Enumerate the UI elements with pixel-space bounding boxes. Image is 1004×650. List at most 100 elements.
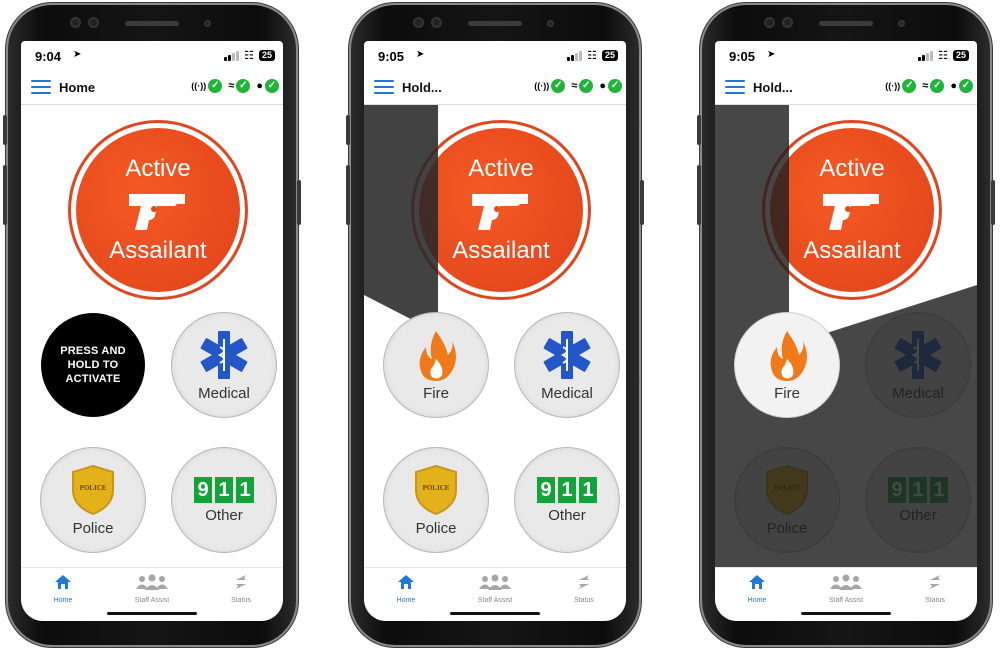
radio-status: ((·)) ✓: [885, 79, 917, 93]
battery-indicator: 25: [601, 50, 618, 61]
other-911-button[interactable]: 911 Other: [515, 448, 619, 552]
power-key: [991, 180, 995, 225]
police-badge-text: POLICE: [774, 484, 801, 492]
nine-one-one-icon: 911: [537, 476, 597, 503]
digit-one: 1: [909, 476, 927, 503]
bottom-tab-bar: Home Staff Assist Status: [364, 567, 626, 621]
other-911-button[interactable]: 911 Other: [866, 448, 970, 552]
radio-antenna-icon: ((·)): [191, 81, 207, 91]
fire-button[interactable]: Fire: [735, 313, 839, 417]
home-icon: [398, 575, 414, 589]
star-of-life-icon: [543, 330, 591, 379]
radio-status: ((·)) ✓: [191, 79, 223, 93]
tab-staff-assist-label: Staff Assist: [134, 597, 170, 604]
location-arrow-icon: ➤: [416, 49, 425, 60]
active-assailant-button[interactable]: Active Assailant: [414, 123, 588, 297]
power-key: [297, 180, 301, 225]
medical-label: Medical: [892, 384, 944, 402]
tab-home[interactable]: Home: [23, 574, 103, 604]
tab-staff-assist[interactable]: Staff Assist: [806, 574, 886, 604]
star-of-life-icon: [200, 330, 248, 379]
police-label: Police: [72, 519, 114, 537]
connection-status: ((·)) ✓ ≈ ✓ ● ✓: [534, 79, 622, 93]
police-label: Police: [766, 519, 808, 537]
active-assailant-label-line1: Active: [125, 155, 191, 182]
police-button[interactable]: POLICE Police: [735, 448, 839, 552]
tab-home[interactable]: Home: [366, 574, 446, 604]
cellular-signal-icon: [224, 50, 240, 61]
menu-icon[interactable]: [31, 80, 51, 94]
flame-icon: [770, 330, 807, 381]
check-icon: ✓: [208, 79, 223, 93]
handgun-icon: [472, 194, 528, 230]
active-assailant-button[interactable]: Active Assailant: [71, 123, 245, 297]
menu-icon[interactable]: [374, 80, 394, 94]
status-time: 9:05: [378, 49, 405, 64]
press-and-hold-button[interactable]: PRESS AND HOLD TO ACTIVATE: [41, 313, 145, 417]
status-arrows-icon: [579, 575, 589, 589]
status-icons: ☷ 25: [918, 49, 969, 62]
top-bezel: [8, 5, 296, 41]
digit-one: 1: [930, 476, 948, 503]
medical-button[interactable]: Medical: [515, 313, 619, 417]
fire-label: Fire: [423, 384, 449, 402]
sensor-icon: [431, 17, 442, 28]
wifi-connection-status: ≈ ✓: [228, 79, 251, 93]
other-label: Other: [205, 506, 243, 524]
bottom-tab-bar: Home Staff Assist Status: [21, 567, 283, 621]
tab-status[interactable]: Status: [895, 574, 975, 604]
sensor-icon: [413, 17, 424, 28]
police-badge-icon: POLICE: [72, 464, 114, 515]
volume-up-key: [697, 115, 701, 145]
status-time: 9:05: [729, 49, 756, 64]
other-label: Other: [899, 506, 937, 524]
home-indicator: [450, 612, 540, 615]
tab-home[interactable]: Home: [717, 574, 797, 604]
location-pin-icon: ●: [256, 80, 263, 92]
fire-button[interactable]: Fire: [384, 313, 488, 417]
police-button[interactable]: POLICE Police: [41, 448, 145, 552]
home-icon: [749, 575, 765, 589]
alert-grid: Active Assailant PRESS AND HOLD TO ACTIV…: [21, 105, 283, 567]
police-button[interactable]: POLICE Police: [384, 448, 488, 552]
wifi-connection-status: ≈ ✓: [922, 79, 945, 93]
digit-nine: 9: [888, 476, 906, 503]
digit-one: 1: [215, 476, 233, 503]
tab-staff-assist[interactable]: Staff Assist: [112, 574, 192, 604]
wifi-connection-status: ≈ ✓: [571, 79, 594, 93]
active-assailant-label-line2: Assailant: [109, 237, 207, 264]
tab-staff-assist[interactable]: Staff Assist: [455, 574, 535, 604]
staff-group-icon: [479, 574, 511, 590]
phone-screen: 9:05 ➤ ☷ 25 Hold... ((·)) ✓ ≈ ✓ ● ✓ Acti…: [715, 41, 977, 621]
tab-status[interactable]: Status: [544, 574, 624, 604]
tab-status-label: Status: [925, 597, 945, 604]
check-icon: ✓: [902, 79, 917, 93]
home-indicator: [107, 612, 197, 615]
tab-status[interactable]: Status: [201, 574, 281, 604]
check-icon: ✓: [608, 79, 622, 93]
medical-button[interactable]: Medical: [866, 313, 970, 417]
wifi-icon: ≈: [228, 80, 235, 92]
digit-nine: 9: [194, 476, 212, 503]
flame-icon: [419, 330, 456, 381]
staff-group-icon: [136, 574, 168, 590]
menu-icon[interactable]: [725, 80, 745, 94]
active-assailant-label-line2: Assailant: [803, 237, 901, 264]
staff-group-icon: [830, 574, 862, 590]
screenshot-stage: 9:04 ➤ ☷ 25 Home ((·)) ✓ ≈ ✓ ● ✓ Active …: [0, 0, 1004, 650]
sensor-icon: [764, 17, 775, 28]
front-camera-icon: [204, 20, 211, 27]
other-911-button[interactable]: 911 Other: [172, 448, 276, 552]
front-camera-icon: [898, 20, 905, 27]
power-key: [640, 180, 644, 225]
wifi-status-icon: ☷: [244, 50, 254, 62]
tab-staff-assist-label: Staff Assist: [477, 597, 513, 604]
page-title: Home: [59, 80, 96, 95]
tab-status-label: Status: [574, 597, 594, 604]
active-assailant-label-line2: Assailant: [452, 237, 550, 264]
location-status: ● ✓: [599, 79, 622, 93]
status-arrows-icon: [930, 575, 940, 589]
medical-button[interactable]: Medical: [172, 313, 276, 417]
active-assailant-button[interactable]: Active Assailant: [765, 123, 939, 297]
radio-antenna-icon: ((·)): [885, 81, 901, 91]
